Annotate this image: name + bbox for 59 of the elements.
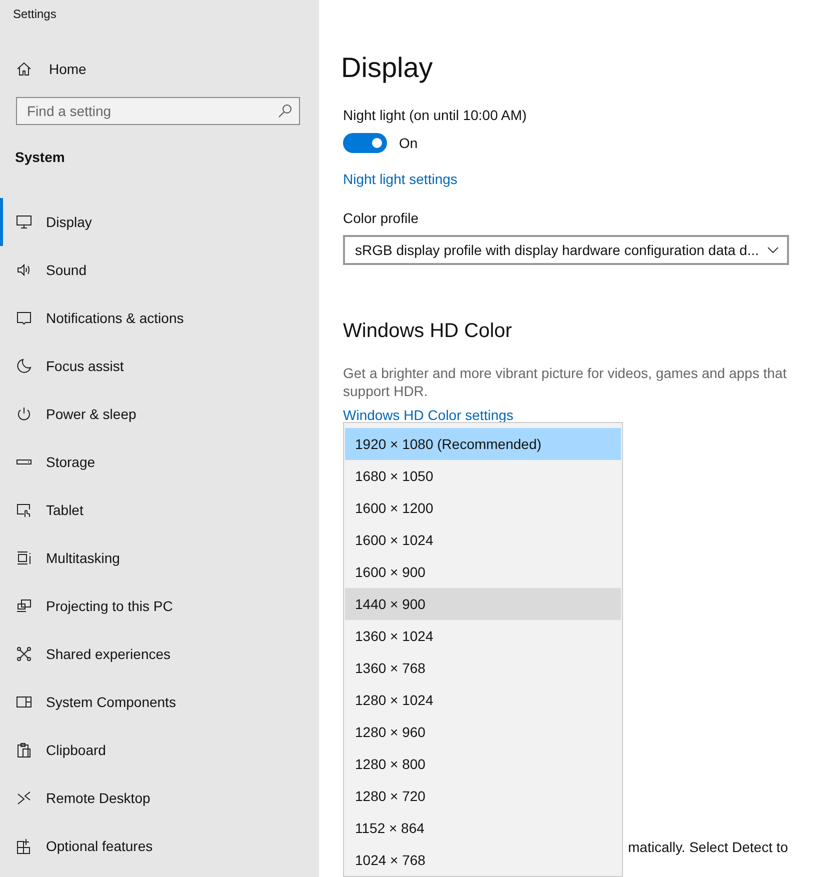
- home-link[interactable]: Home: [0, 59, 319, 79]
- resolution-option[interactable]: 1600 × 1200: [345, 492, 621, 524]
- section-heading: System: [14, 149, 66, 167]
- sidebar-item[interactable]: Shared experiences: [0, 630, 319, 678]
- setting-label: Color profile: [343, 210, 420, 226]
- sidebar-item[interactable]: Storage: [0, 438, 319, 486]
- resolution-option[interactable]: 1600 × 900: [345, 556, 621, 588]
- home-icon: [16, 61, 32, 77]
- sidebar-item[interactable]: Power & sleep: [0, 390, 319, 438]
- resolution-option[interactable]: 1024 × 768: [345, 844, 621, 876]
- search-field[interactable]: Find a setting: [16, 97, 300, 125]
- resolution-option[interactable]: 1280 × 960: [345, 716, 621, 748]
- sidebar-item[interactable]: Sound: [0, 246, 319, 294]
- profile-dropdown[interactable]: sRGB display profile with display hardware configuration data d...: [343, 235, 789, 265]
- resolution-option[interactable]: 1440 × 900: [345, 588, 621, 620]
- resolution-option[interactable]: 1680 × 1050: [345, 460, 621, 492]
- resolution-option[interactable]: 1280 × 720: [345, 780, 621, 812]
- page-title: Display: [341, 52, 434, 85]
- sidebar-item[interactable]: Projecting to this PC: [0, 582, 319, 630]
- sidebar-item[interactable]: Focus assist: [0, 342, 319, 390]
- sound-icon: [16, 262, 32, 278]
- projecting-icon: [16, 598, 32, 614]
- remote-icon: [16, 790, 32, 806]
- clipboard-icon: [16, 742, 32, 758]
- section-heading: Windows HD Color: [343, 320, 513, 344]
- display-icon: [16, 214, 32, 230]
- search-icon: [277, 103, 293, 119]
- window-title: Settings: [12, 6, 58, 23]
- description-text: Get a brighter and more vibrant picture for videos, games and apps that support HDR.: [343, 364, 788, 400]
- toggle-switch[interactable]: [343, 133, 387, 153]
- sidebar-item[interactable]: System Components: [0, 678, 319, 726]
- setting-label: Night light (on until 10:00 AM): [343, 107, 528, 123]
- sidebar-item[interactable]: Clipboard: [0, 726, 319, 774]
- chevron-icon: [767, 246, 779, 254]
- settings-link[interactable]: Windows HD Color settings: [343, 407, 836, 423]
- sidebar-item[interactable]: Display: [0, 198, 319, 246]
- resolution-option[interactable]: 1152 × 864: [345, 812, 621, 844]
- sidebar-item[interactable]: Optional features: [0, 822, 319, 870]
- sidebar-item[interactable]: Remote Desktop: [0, 774, 319, 822]
- sidebar-item[interactable]: Multitasking: [0, 534, 319, 582]
- resolution-option[interactable]: 1920 × 1080 (Recommended): [345, 428, 621, 460]
- sidebar-item[interactable]: Notifications & actions: [0, 294, 319, 342]
- toggle-state: On: [399, 135, 418, 151]
- shared-icon: [16, 646, 32, 662]
- moon-icon: [16, 358, 32, 374]
- multitasking-icon: [16, 550, 32, 566]
- notifications-icon: [16, 310, 32, 326]
- resolution-option[interactable]: 1360 × 768: [345, 652, 621, 684]
- description-text: matically. Select Detect to: [628, 839, 788, 855]
- optional-icon: [16, 838, 32, 854]
- components-icon: [16, 694, 32, 710]
- settings-link[interactable]: Night light settings: [343, 171, 836, 187]
- tablet-icon: [16, 502, 32, 518]
- resolution-option[interactable]: 1600 × 1024: [345, 524, 621, 556]
- sidebar-item[interactable]: Tablet: [0, 486, 319, 534]
- power-icon: [16, 406, 32, 422]
- resolution-option[interactable]: 1280 × 1024: [345, 684, 621, 716]
- resolution-option[interactable]: 1360 × 1024: [345, 620, 621, 652]
- resolution-option[interactable]: 1280 × 800: [345, 748, 621, 780]
